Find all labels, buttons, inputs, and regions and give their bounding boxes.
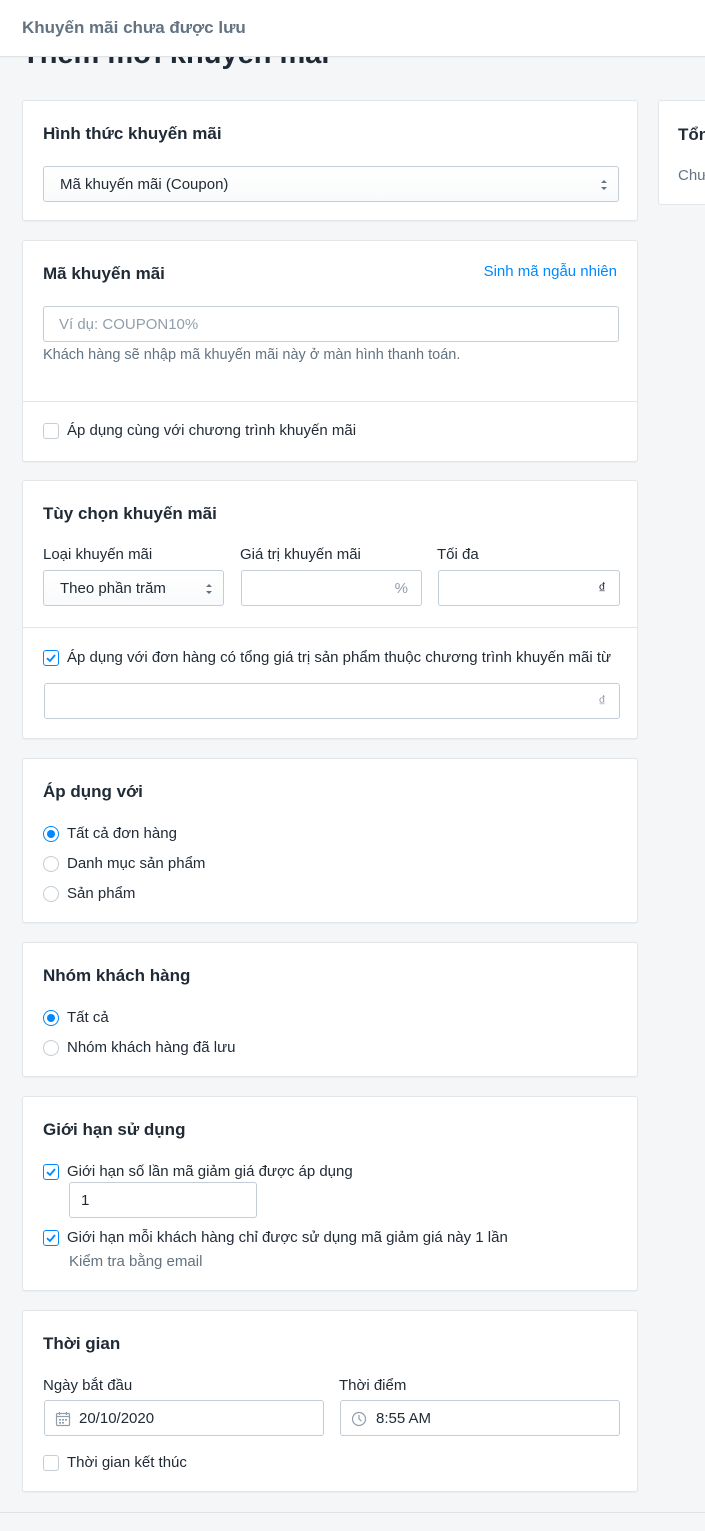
combine-promotions-checkbox[interactable] [43,423,59,439]
promotion-type-heading: Hình thức khuyến mãi [43,124,222,143]
start-time-label: Thời điểm [339,1377,407,1394]
usage-limit-heading: Giới hạn sử dụng [43,1120,186,1139]
min-order-checkbox[interactable] [43,650,59,666]
apply-to-collections-label: Danh mục sản phẩm [67,855,206,872]
select-arrows-icon [206,584,212,594]
divider [23,627,637,628]
customer-group-all-radio[interactable] [43,1010,59,1026]
unsaved-changes-title: Khuyến mãi chưa được lưu [22,18,246,37]
checkmark-icon [46,654,56,663]
promotion-type-card: Hình thức khuyến mãi Mã khuyến mãi (Coup… [22,100,638,221]
coupon-code-card: Mã khuyến mãi Sinh mã ngẫu nhiên Ví dụ: … [22,240,638,462]
start-time-input[interactable]: 8:55 AM [340,1400,620,1436]
limit-total-uses-label: Giới hạn số lần mã giảm giá được áp dụng [67,1163,353,1180]
summary-card: Tổng Chưa [658,100,705,205]
divider [23,401,637,402]
max-discount-label: Tối đa [437,546,479,563]
discount-type-value: Theo phần trăm [60,580,166,597]
apply-to-products-label: Sản phẩm [67,885,136,902]
promotion-type-select[interactable]: Mã khuyến mãi (Coupon) [43,166,619,202]
promotion-options-card: Tùy chọn khuyến mãi Loại khuyến mãi Giá … [22,480,638,739]
limit-per-customer-label: Giới hạn mỗi khách hàng chỉ được sử dụng… [67,1229,508,1246]
customer-group-all-label: Tất cả [67,1009,109,1026]
max-discount-input[interactable]: ₫ [438,570,620,606]
start-date-value: 20/10/2020 [79,1410,155,1427]
start-date-input[interactable]: 20/10/2020 [44,1400,324,1436]
schedule-card: Thời gian Ngày bắt đầu Thời điểm 20/10/2… [22,1310,638,1492]
apply-to-collections-radio[interactable] [43,856,59,872]
discount-type-label: Loại khuyến mãi [43,546,153,563]
discount-type-select[interactable]: Theo phần trăm [43,570,224,606]
apply-to-all-orders-label: Tất cả đơn hàng [67,825,177,842]
coupon-code-input[interactable]: Ví dụ: COUPON10% [43,306,619,342]
limit-total-uses-checkbox[interactable] [43,1164,59,1180]
promotion-options-heading: Tùy chọn khuyến mãi [43,504,217,523]
schedule-heading: Thời gian [43,1334,121,1353]
apply-to-heading: Áp dụng với [43,782,143,801]
currency-suffix: ₫ [598,580,606,597]
limit-total-uses-input[interactable]: 1 [69,1182,257,1218]
select-arrows-icon [601,180,607,190]
min-order-label: Áp dụng với đơn hàng có tổng giá trị sản… [67,649,612,666]
summary-text: Chưa [678,167,705,184]
apply-to-card: Áp dụng với Tất cả đơn hàng Danh mục sản… [22,758,638,923]
checkmark-icon [46,1168,56,1177]
summary-title: Tổng [678,125,705,144]
discount-value-input[interactable]: % [241,570,422,606]
customer-group-card: Nhóm khách hàng Tất cả Nhóm khách hàng đ… [22,942,638,1077]
apply-to-all-orders-radio[interactable] [43,826,59,842]
limit-total-uses-value: 1 [81,1192,90,1209]
currency-suffix: ₫ [598,693,606,710]
clock-icon [351,1411,367,1427]
coupon-code-heading: Mã khuyến mãi [43,264,165,283]
limit-per-customer-help: Kiểm tra bằng email [69,1253,203,1270]
min-order-input[interactable]: ₫ [44,683,620,719]
customer-group-heading: Nhóm khách hàng [43,966,191,985]
usage-limit-card: Giới hạn sử dụng Giới hạn số lần mã giảm… [22,1096,638,1291]
combine-promotions-label: Áp dụng cùng với chương trình khuyến mãi [67,422,357,439]
coupon-code-help: Khách hàng sẽ nhập mã khuyến mãi này ở m… [43,347,461,363]
end-time-checkbox[interactable] [43,1455,59,1471]
apply-to-products-radio[interactable] [43,886,59,902]
promotion-type-value: Mã khuyến mãi (Coupon) [60,176,229,193]
customer-group-saved-radio[interactable] [43,1040,59,1056]
percent-suffix: % [394,580,408,597]
unsaved-changes-bar: Khuyến mãi chưa được lưu [0,0,705,57]
limit-per-customer-checkbox[interactable] [43,1230,59,1246]
end-time-label: Thời gian kết thúc [67,1454,187,1471]
start-date-label: Ngày bắt đầu [43,1377,133,1394]
checkmark-icon [46,1234,56,1243]
customer-group-saved-label: Nhóm khách hàng đã lưu [67,1039,236,1056]
calendar-icon [55,1412,71,1427]
start-time-value: 8:55 AM [376,1410,432,1427]
coupon-code-placeholder: Ví dụ: COUPON10% [59,316,199,333]
discount-value-label: Giá trị khuyến mãi [240,546,361,563]
generate-random-code-link[interactable]: Sinh mã ngẫu nhiên [484,263,617,280]
footer-divider [0,1512,705,1513]
